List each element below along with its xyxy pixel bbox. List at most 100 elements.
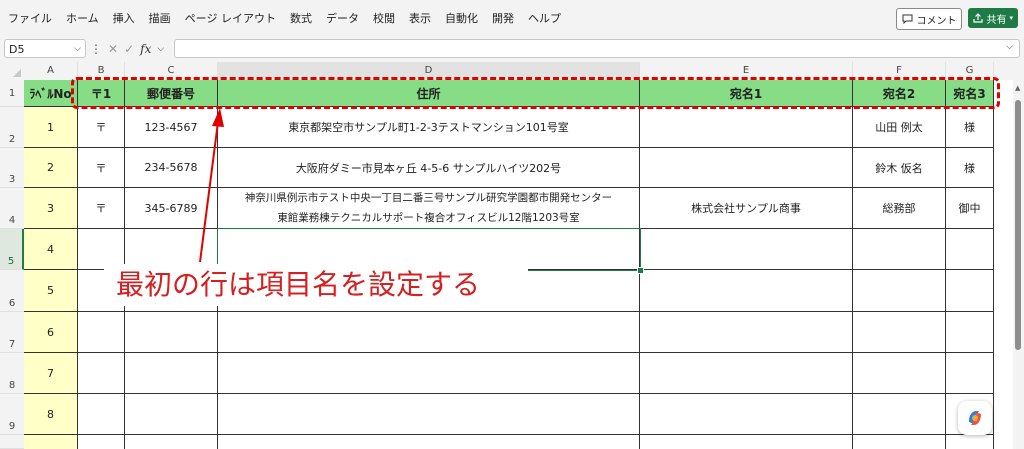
grid-cell[interactable] xyxy=(218,312,640,353)
grid-cell[interactable] xyxy=(640,435,853,449)
menu-review[interactable]: 校閲 xyxy=(366,10,402,26)
postal-code-cell[interactable]: 123-4567 xyxy=(125,107,218,148)
chevron-down-icon[interactable]: ⌵ xyxy=(1006,42,1013,52)
row-header-2[interactable]: 2 xyxy=(0,107,24,148)
address-cell[interactable]: 東京都架空市サンプル町1-2-3テストマンション101号室 xyxy=(218,107,640,148)
row-header-6[interactable]: 6 xyxy=(0,270,24,312)
more-options-icon[interactable]: ⋮ xyxy=(90,42,102,56)
grid-cell[interactable] xyxy=(640,312,853,353)
grid-cell[interactable] xyxy=(640,394,853,435)
menu-developer[interactable]: 開発 xyxy=(485,10,521,26)
grid-cell[interactable] xyxy=(853,435,946,449)
cancel-icon[interactable]: ✕ xyxy=(108,42,118,56)
menu-insert[interactable]: 挿入 xyxy=(106,10,142,26)
postal-mark-cell[interactable]: 〒 xyxy=(78,188,125,229)
label-no-cell[interactable]: 2 xyxy=(24,148,78,188)
grid-cell[interactable] xyxy=(78,435,125,449)
grid-cell[interactable] xyxy=(125,353,218,394)
menu-page-layout[interactable]: ページ レイアウト xyxy=(178,10,283,26)
grid-cell[interactable] xyxy=(946,353,994,394)
copilot-button[interactable] xyxy=(958,401,992,435)
grid-cell[interactable] xyxy=(78,353,125,394)
grid-cell[interactable] xyxy=(946,312,994,353)
grid-cell[interactable] xyxy=(946,435,994,449)
label-no-cell[interactable]: 4 xyxy=(24,229,78,270)
menu-home[interactable]: ホーム xyxy=(59,10,106,26)
grid-cell[interactable] xyxy=(853,353,946,394)
select-all-corner[interactable] xyxy=(0,62,24,80)
column-header-b[interactable]: B xyxy=(78,62,125,80)
menu-draw[interactable]: 描画 xyxy=(142,10,178,26)
scrollbar-thumb[interactable] xyxy=(1015,100,1021,350)
grid-cell[interactable] xyxy=(640,270,853,312)
menu-help[interactable]: ヘルプ xyxy=(521,10,568,26)
recipient2-cell[interactable]: 鈴木 仮名 xyxy=(853,148,946,188)
column-header-g[interactable]: G xyxy=(946,62,994,80)
scroll-up-icon[interactable]: ▲ xyxy=(1015,84,1020,92)
column-header-d[interactable]: D xyxy=(218,62,640,80)
menu-view[interactable]: 表示 xyxy=(402,10,438,26)
header-cell-recipient2[interactable]: 宛名2 xyxy=(853,80,946,107)
postal-code-cell[interactable]: 345-6789 xyxy=(125,188,218,229)
recipient1-cell[interactable] xyxy=(640,107,853,148)
menu-data[interactable]: データ xyxy=(319,10,366,26)
recipient3-cell[interactable]: 様 xyxy=(946,107,994,148)
row-header-9[interactable]: 9 xyxy=(0,394,24,435)
recipient3-cell[interactable]: 御中 xyxy=(946,188,994,229)
recipient1-cell[interactable] xyxy=(640,148,853,188)
row-header-5[interactable]: 5 xyxy=(0,229,24,270)
row-header-7[interactable]: 7 xyxy=(0,312,24,353)
grid-cell[interactable] xyxy=(125,435,218,449)
chevron-down-icon[interactable]: ⌵ xyxy=(157,44,164,54)
recipient1-cell[interactable]: 株式会社サンプル商事 xyxy=(640,188,853,229)
header-cell-postal-code[interactable]: 郵便番号 xyxy=(125,80,218,107)
menu-automate[interactable]: 自動化 xyxy=(438,10,485,26)
fill-handle[interactable] xyxy=(637,267,644,274)
postal-mark-cell[interactable]: 〒 xyxy=(78,148,125,188)
grid-cell[interactable] xyxy=(78,394,125,435)
label-no-cell[interactable]: 8 xyxy=(24,394,78,435)
recipient2-cell[interactable]: 山田 例太 xyxy=(853,107,946,148)
name-box[interactable]: D5 ⌵ xyxy=(4,39,86,58)
grid-cell[interactable] xyxy=(853,229,946,270)
label-no-cell[interactable]: 6 xyxy=(24,312,78,353)
row-header-3[interactable]: 3 xyxy=(0,148,24,188)
header-cell-postal-mark[interactable]: 〒1 xyxy=(78,80,125,107)
insert-function-icon[interactable]: fx xyxy=(140,42,151,56)
header-cell-recipient3[interactable]: 宛名3 xyxy=(946,80,994,107)
label-no-cell[interactable] xyxy=(24,435,78,449)
grid-cell[interactable] xyxy=(946,270,994,312)
label-no-cell[interactable]: 5 xyxy=(24,270,78,312)
address-cell[interactable]: 神奈川県例示市テスト中央一丁目二番三号サンプル研究学園都市開発センター 東館業務… xyxy=(218,188,640,229)
grid-cell[interactable] xyxy=(853,270,946,312)
grid-cell[interactable] xyxy=(853,312,946,353)
vertical-scrollbar[interactable]: ▲ xyxy=(1013,80,1024,449)
grid-cell[interactable] xyxy=(218,353,640,394)
column-header-e[interactable]: E xyxy=(640,62,853,80)
label-no-cell[interactable]: 3 xyxy=(24,188,78,229)
grid-cell[interactable] xyxy=(853,394,946,435)
grid-cell[interactable] xyxy=(78,312,125,353)
menu-formulas[interactable]: 数式 xyxy=(283,10,319,26)
label-no-cell[interactable]: 7 xyxy=(24,353,78,394)
grid-cell[interactable] xyxy=(125,312,218,353)
row-header-8[interactable]: 8 xyxy=(0,353,24,394)
confirm-icon[interactable]: ✓ xyxy=(124,42,134,56)
row-header-1[interactable]: 1 xyxy=(0,80,24,107)
grid-cell[interactable] xyxy=(946,229,994,270)
menu-file[interactable]: ファイル xyxy=(1,10,59,26)
grid-cell[interactable] xyxy=(218,394,640,435)
comment-button[interactable]: コメント xyxy=(896,8,963,30)
grid-cell[interactable] xyxy=(218,435,640,449)
postal-mark-cell[interactable]: 〒 xyxy=(78,107,125,148)
recipient3-cell[interactable]: 様 xyxy=(946,148,994,188)
header-cell-recipient1[interactable]: 宛名1 xyxy=(640,80,853,107)
column-header-a[interactable]: A xyxy=(24,62,78,80)
recipient2-cell[interactable]: 総務部 xyxy=(853,188,946,229)
header-cell-label-no[interactable]: ﾗﾍﾞﾙNo xyxy=(24,80,78,107)
address-cell[interactable]: 大阪府ダミー市見本ヶ丘 4-5-6 サンプルハイツ202号 xyxy=(218,148,640,188)
postal-code-cell[interactable]: 234-5678 xyxy=(125,148,218,188)
label-no-cell[interactable]: 1 xyxy=(24,107,78,148)
column-header-f[interactable]: F xyxy=(853,62,946,80)
column-header-c[interactable]: C xyxy=(125,62,218,80)
